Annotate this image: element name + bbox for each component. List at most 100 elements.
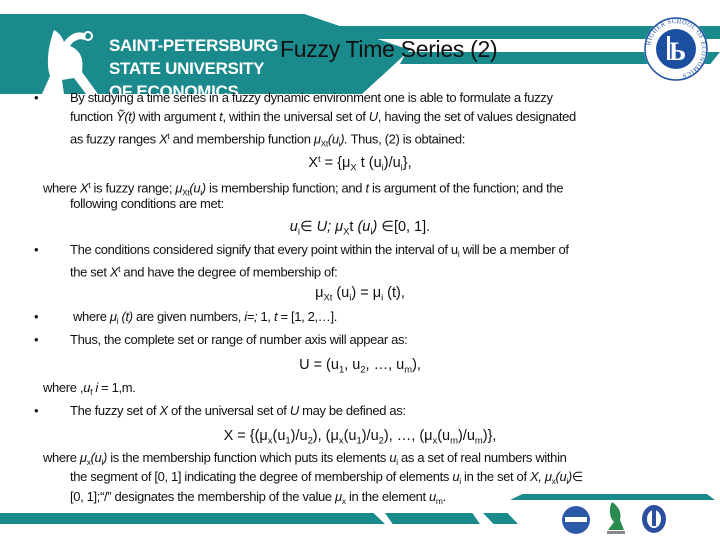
formula-line: ui∈ U; μXt (ui) ∈[0, 1]. bbox=[0, 219, 720, 239]
text-segment: and have the degree of membership of: bbox=[120, 264, 338, 280]
text-segment: ) = μ bbox=[351, 285, 382, 301]
text-segment: is argument of the function; and the bbox=[368, 180, 564, 196]
emblem-logo-icon bbox=[642, 505, 666, 533]
text-segment: The conditions considered signify that e… bbox=[70, 242, 458, 257]
text-segment: (u bbox=[437, 428, 451, 444]
slide-title: Fuzzy Time Series (2) bbox=[280, 36, 498, 62]
text-segment: Thus, the complete set or range of numbe… bbox=[70, 332, 408, 347]
formula-line: Xt = {μX t (ui)/ui}, bbox=[0, 151, 720, 175]
text-segment: (u bbox=[189, 180, 201, 196]
text-line: where μi (t) are given numbers, i=; 1, t… bbox=[73, 309, 337, 329]
text-segment: with argument bbox=[135, 109, 220, 124]
text-segment: (u bbox=[555, 469, 567, 484]
svg-text:Ь: Ь bbox=[669, 37, 686, 66]
text-segment: ), (μ bbox=[312, 428, 339, 444]
text-segment: X, μ bbox=[529, 469, 552, 484]
text-segment: . bbox=[442, 489, 447, 504]
bullet-icon: • bbox=[34, 332, 39, 347]
text-segment: U bbox=[289, 403, 299, 418]
university-line-1: SAINT-PETERSBURG bbox=[109, 36, 278, 55]
text-segment: t (u bbox=[356, 155, 382, 172]
text-segment: }, bbox=[402, 155, 412, 172]
text-segment: u bbox=[289, 219, 298, 235]
griffin-logo-icon bbox=[42, 30, 98, 94]
text-segment: X bbox=[109, 264, 119, 280]
text-segment: μ bbox=[335, 489, 342, 504]
text-segment: )/u bbox=[383, 155, 401, 172]
text-segment: ). bbox=[340, 131, 348, 147]
text-segment: X = {(μ bbox=[223, 428, 268, 444]
text-segment: will be a member of bbox=[459, 242, 569, 257]
text-segment: , u bbox=[344, 357, 361, 373]
text-segment: is fuzzy range; bbox=[90, 180, 176, 196]
bullet-icon: • bbox=[34, 309, 39, 324]
footer-stripe-3 bbox=[483, 513, 518, 524]
text-segment: function bbox=[70, 109, 116, 124]
text-segment: , within the universal set of bbox=[222, 109, 369, 124]
footer-stripe-2 bbox=[385, 513, 480, 524]
text-segment: ∈ bbox=[299, 219, 317, 235]
text-segment: By studying a time series in a fuzzy dyn… bbox=[70, 90, 553, 105]
text-segment: where bbox=[43, 450, 80, 465]
text-segment: the segment of [0, 1] indicating the deg… bbox=[70, 469, 453, 484]
text-line: The fuzzy set of X of the universal set … bbox=[70, 403, 406, 419]
text-segment: is the membership function which puts it… bbox=[106, 450, 390, 465]
text-segment: Xt bbox=[320, 138, 329, 149]
bullet-icon: • bbox=[34, 403, 39, 418]
text-segment: where bbox=[43, 180, 80, 196]
text-segment: X bbox=[308, 155, 319, 172]
finec-logo-icon bbox=[607, 502, 625, 534]
text-segment: m bbox=[435, 495, 443, 506]
text-segment: U; μ bbox=[316, 219, 344, 235]
text-segment: (u bbox=[332, 285, 350, 301]
text-segment: may be defined as: bbox=[298, 403, 406, 418]
text-line: [0, 1];“/” designates the membership of … bbox=[70, 489, 446, 509]
text-segment: ∈[0, 1]. bbox=[377, 219, 431, 235]
text-segment: and membership function bbox=[169, 131, 314, 147]
text-line: the set Xt and have the degree of member… bbox=[70, 261, 338, 281]
text-segment: i=; bbox=[244, 309, 258, 324]
text-segment: as fuzzy ranges bbox=[70, 131, 160, 147]
text-segment: 1, bbox=[257, 309, 274, 324]
text-segment: is membership function; and bbox=[205, 180, 366, 196]
text-segment: U bbox=[368, 109, 378, 124]
text-segment: )}, bbox=[482, 428, 497, 444]
text-line: The conditions considered signify that e… bbox=[70, 242, 569, 262]
text-segment: , having the set of values designated bbox=[377, 109, 576, 124]
engecon-logo-icon bbox=[562, 506, 590, 534]
text-segment: Xt bbox=[323, 291, 333, 303]
text-segment: , …, u bbox=[365, 357, 405, 373]
hse-seal-logo-icon: HIGHER SCHOOL OF ECONOMICS Ь bbox=[644, 17, 708, 81]
text-segment: of the universal set of bbox=[167, 403, 290, 418]
text-segment: ), …, (μ bbox=[383, 428, 433, 444]
university-line-2: STATE UNIVERSITY bbox=[109, 59, 265, 78]
text-segment: the set bbox=[70, 264, 110, 280]
text-segment: m bbox=[450, 434, 458, 446]
text-segment: = [1, 2,…]. bbox=[277, 309, 337, 324]
text-segment: Thus, (2) is obtained: bbox=[347, 131, 466, 147]
text-segment: m bbox=[474, 434, 483, 446]
formula-line: μXt (ui) = μi (t), bbox=[0, 285, 720, 305]
text-segment: (u bbox=[272, 428, 286, 444]
text-segment: = {μ bbox=[320, 155, 351, 172]
text-segment: )/u bbox=[290, 428, 308, 444]
text-line: where ,uf i = 1,m. bbox=[43, 380, 136, 400]
text-line: the segment of [0, 1] indicating the deg… bbox=[70, 469, 583, 489]
text-segment: ), bbox=[412, 357, 421, 373]
text-line: By studying a time series in a fuzzy dyn… bbox=[70, 90, 553, 106]
text-segment: (u bbox=[327, 131, 339, 147]
text-segment: = 1,m. bbox=[97, 380, 136, 395]
text-segment: (u bbox=[357, 219, 371, 235]
text-segment: in the element bbox=[345, 489, 429, 504]
text-segment: (u bbox=[343, 428, 357, 444]
text-segment: (t), bbox=[383, 285, 405, 301]
text-line: following conditions are met: bbox=[70, 196, 224, 212]
text-segment: as a set of real numbers within bbox=[397, 450, 567, 465]
text-segment: where , bbox=[43, 380, 84, 395]
text-segment: are given numbers, bbox=[132, 309, 245, 324]
text-segment: X bbox=[159, 403, 168, 418]
text-line: where μx(ui) is the membership function … bbox=[43, 450, 567, 470]
text-segment: μ bbox=[79, 450, 87, 465]
text-segment: in the set of bbox=[460, 469, 530, 484]
text-segment: where bbox=[73, 309, 110, 324]
